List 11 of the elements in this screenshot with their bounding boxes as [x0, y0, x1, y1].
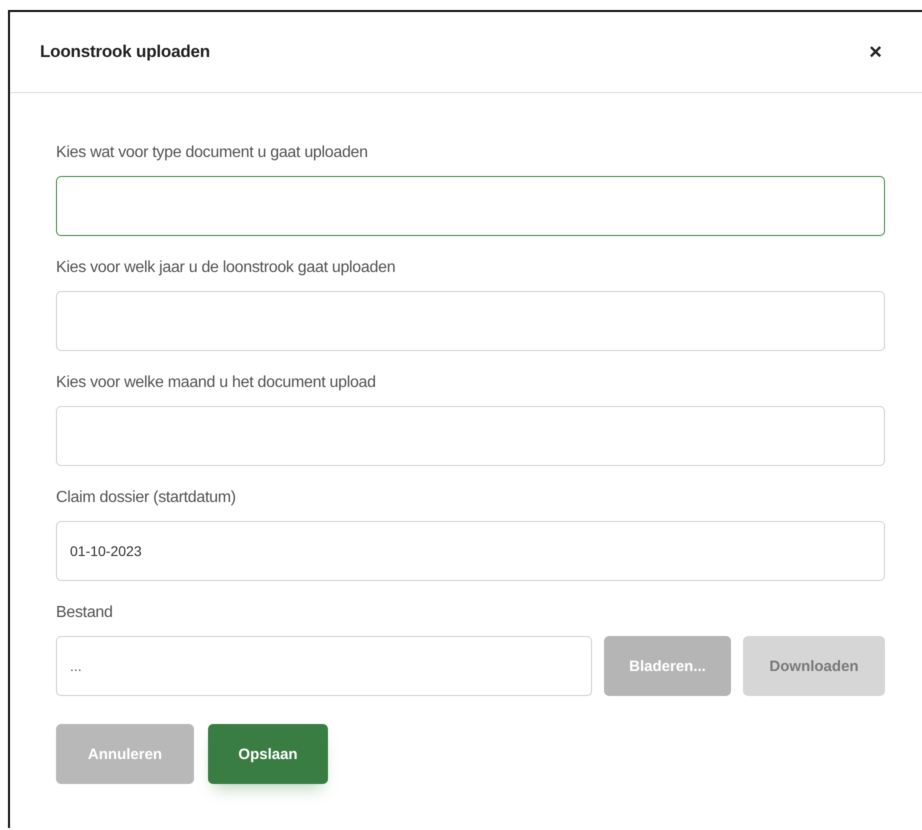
close-button[interactable]: × — [867, 41, 884, 63]
field-label: Kies voor welke maand u het document upload — [56, 373, 377, 393]
field-label: Claim dossier (startdatum) — [56, 488, 237, 508]
input-field[interactable]: 01-10-2023 — [56, 521, 885, 581]
dialog-title: Loonstrook uploaden — [40, 42, 210, 62]
input-field[interactable] — [56, 176, 885, 236]
field-label: Kies wat voor type document u gaat uploaden — [56, 143, 369, 163]
field-label: Bestand — [56, 603, 114, 623]
save-button[interactable]: Opslaan — [208, 724, 328, 784]
file-path-field[interactable]: ... — [56, 636, 592, 696]
field-label: Kies voor welk jaar u de loonstrook gaat uploaden — [56, 258, 396, 278]
